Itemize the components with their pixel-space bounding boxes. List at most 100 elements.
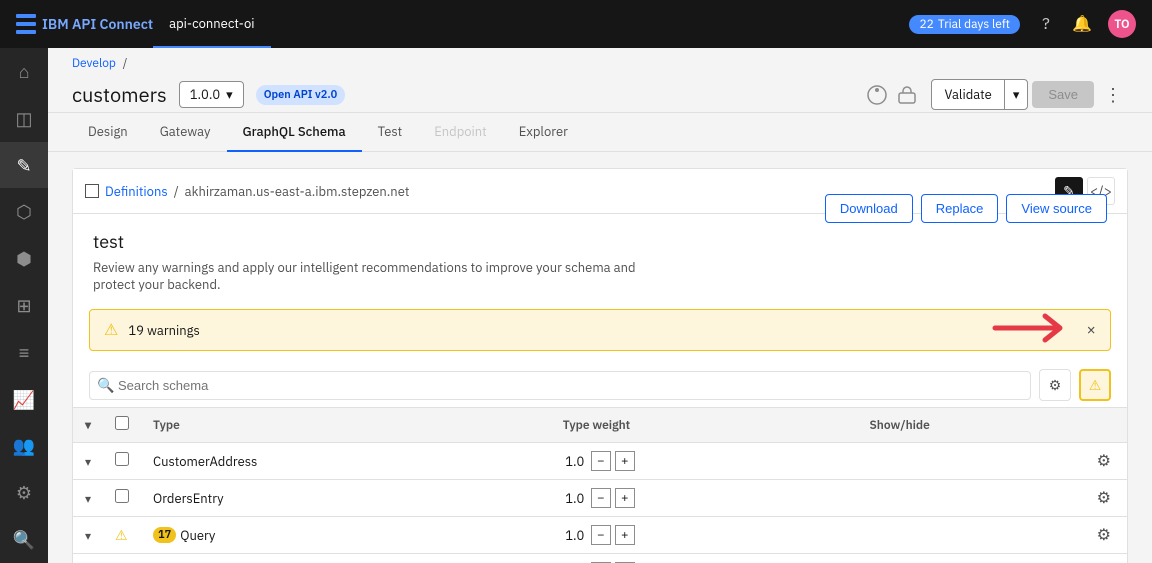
validate-chevron-icon: ▾ [1004, 80, 1028, 109]
weight-increment-2[interactable]: + [615, 525, 635, 545]
warning-filter-button[interactable]: ⚠ [1079, 369, 1111, 401]
avatar[interactable]: TO [1108, 10, 1136, 38]
warning-count-text: 19 warnings [128, 322, 1076, 339]
breadcrumb-develop[interactable]: Develop [72, 56, 116, 71]
sub-header: Develop / customers 1.0.0 ▾ Open API v2.… [48, 48, 1152, 113]
definitions-host: akhirzaman.us-east-a.ibm.stepzen.net [185, 183, 410, 200]
more-options-icon[interactable]: ⋮ [1098, 77, 1128, 112]
tab-gateway[interactable]: Gateway [144, 113, 227, 152]
row-weight-cell-2: 1.0 − + [551, 517, 858, 554]
top-nav: IBM API Connect api-connect-oi 22 Trial … [0, 0, 1152, 48]
cloud-icon [895, 83, 919, 107]
brand-name: IBM API Connect [42, 15, 153, 33]
search-wrapper: 🔍 [89, 371, 1031, 400]
sidebar-item-search[interactable]: 🔍 [0, 516, 48, 563]
sidebar-item-api[interactable]: ⬡ [0, 188, 48, 235]
weight-value-0: 1.0 [563, 453, 587, 470]
sidebar-item-grid[interactable]: ⊞ [0, 282, 48, 329]
row-gear-icon-1[interactable]: ⚙ [1097, 488, 1111, 508]
analytics-icon: 📈 [13, 388, 35, 411]
page-title: customers [72, 81, 167, 108]
validate-button[interactable]: Validate ▾ [931, 79, 1028, 110]
weight-increment-0[interactable]: + [615, 451, 635, 471]
sidebar-item-security[interactable]: ⬢ [0, 235, 48, 282]
tab-design[interactable]: Design [72, 113, 144, 152]
schema-description: Review any warnings and apply our intell… [93, 259, 653, 293]
col-showhide-header: Show/hide [857, 408, 1127, 443]
schema-table-wrapper: ▾ Type Type weight Show/hide [73, 408, 1127, 563]
schema-title: test [93, 230, 653, 253]
row-warning-icon-2: ⚠ [115, 526, 128, 544]
download-button[interactable]: Download [825, 194, 913, 223]
row-chevron-1[interactable]: ▾ [85, 492, 91, 507]
open-api-badge: Open API v2.0 [256, 85, 346, 105]
row-checkbox-cell-3 [103, 554, 141, 563]
tab-explorer[interactable]: Explorer [503, 113, 584, 152]
sidebar-item-users[interactable]: 👥 [0, 423, 48, 470]
layout: ⌂ ◫ ✎ ⬡ ⬢ ⊞ ≡ 📈 👥 ⚙ 🔍 [0, 48, 1152, 563]
trial-text: Trial days left [938, 17, 1010, 32]
row-showhide-cell-2: ⚙ [857, 517, 1127, 554]
sidebar-item-settings[interactable]: ⚙ [0, 469, 48, 516]
schema-card: Definitions / akhirzaman.us-east-a.ibm.s… [72, 168, 1128, 563]
row-type-name-1: OrdersEntry [153, 490, 224, 507]
sidebar: ⌂ ◫ ✎ ⬡ ⬢ ⊞ ≡ 📈 👥 ⚙ 🔍 [0, 48, 48, 563]
expand-all-chevron[interactable]: ▾ [85, 418, 91, 433]
row-expand-3: ▾ [73, 554, 103, 563]
schema-table: ▾ Type Type weight Show/hide [73, 408, 1127, 563]
view-source-button[interactable]: View source [1006, 194, 1107, 223]
brand-logo: IBM API Connect [16, 14, 153, 34]
help-icon[interactable]: ? [1036, 14, 1056, 34]
col-type-header: Type [141, 408, 551, 443]
sidebar-item-analytics[interactable]: 📈 [0, 376, 48, 423]
notification-icon[interactable]: 🔔 [1072, 14, 1092, 34]
filter-icon[interactable]: ⚙ [1039, 369, 1071, 401]
validate-label: Validate [932, 80, 1003, 109]
weight-control-0: 1.0 − + [563, 451, 846, 471]
home-icon: ⌂ [19, 60, 30, 83]
row-chevron-2[interactable]: ▾ [85, 529, 91, 544]
weight-decrement-1[interactable]: − [591, 488, 611, 508]
col-weight-header: Type weight [551, 408, 858, 443]
row-type-content-0: CustomerAddress [153, 453, 539, 470]
row-weight-cell-0: 1.0 − + [551, 443, 858, 480]
weight-value-2: 1.0 [563, 527, 587, 544]
search-icon: 🔍 [13, 528, 35, 551]
warning-close-button[interactable]: × [1086, 320, 1096, 340]
tabs-bar: Design Gateway GraphQL Schema Test Endpo… [48, 113, 1152, 152]
version-select[interactable]: 1.0.0 ▾ [179, 81, 244, 108]
row-chevron-0[interactable]: ▾ [85, 455, 91, 470]
definitions-link[interactable]: Definitions [105, 183, 168, 200]
top-nav-tab[interactable]: api-connect-oi [153, 0, 270, 48]
dashboard-icon: ◫ [15, 107, 32, 130]
weight-control-2: 1.0 − + [563, 525, 846, 545]
header-actions: Validate ▾ Save ⋮ [865, 77, 1128, 112]
row-checkbox-0[interactable] [115, 452, 129, 466]
weight-decrement-0[interactable]: − [591, 451, 611, 471]
warning-banner: ⚠ 19 warnings × [89, 309, 1111, 351]
page-title-row: customers 1.0.0 ▾ Open API v2.0 Validate… [72, 77, 1128, 112]
tab-test[interactable]: Test [362, 113, 419, 152]
row-type-cell-2: 17 Query [141, 517, 551, 554]
row-weight-cell-1: 1.0 − + [551, 480, 858, 517]
select-all-checkbox[interactable] [115, 416, 129, 430]
replace-button[interactable]: Replace [921, 194, 999, 223]
sidebar-item-list[interactable]: ≡ [0, 329, 48, 376]
sidebar-item-dashboard[interactable]: ◫ [0, 95, 48, 142]
table-controls: 🔍 ⚙ ⚠ [73, 363, 1127, 408]
row-type-content-1: OrdersEntry [153, 490, 539, 507]
col-expand: ▾ [73, 408, 103, 443]
save-button[interactable]: Save [1032, 81, 1094, 108]
weight-increment-1[interactable]: + [615, 488, 635, 508]
tab-graphql-schema[interactable]: GraphQL Schema [227, 113, 362, 152]
weight-decrement-2[interactable]: − [591, 525, 611, 545]
search-input[interactable] [89, 371, 1031, 400]
row-type-cell-0: CustomerAddress [141, 443, 551, 480]
row-type-name-2: Query [180, 527, 215, 544]
row-type-content-2: 17 Query [153, 527, 539, 544]
row-checkbox-1[interactable] [115, 489, 129, 503]
sidebar-item-home[interactable]: ⌂ [0, 48, 48, 95]
row-gear-icon-2[interactable]: ⚙ [1097, 525, 1111, 545]
row-gear-icon-0[interactable]: ⚙ [1097, 451, 1111, 471]
sidebar-item-edit[interactable]: ✎ [0, 142, 48, 189]
